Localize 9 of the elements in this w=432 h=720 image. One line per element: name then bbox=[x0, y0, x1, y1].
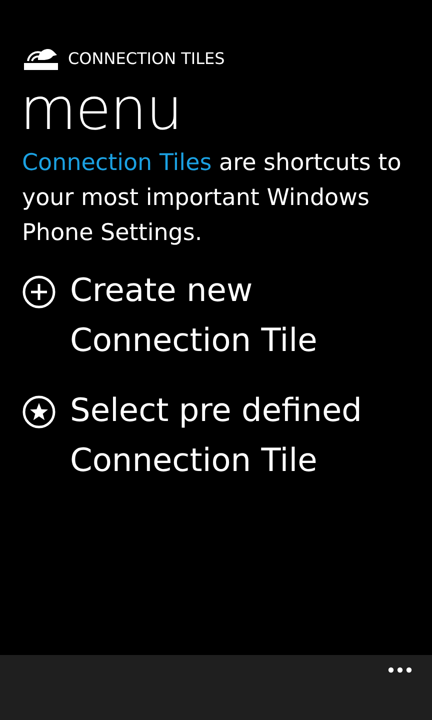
page-title: menu bbox=[20, 78, 183, 140]
menu-item[interactable]: Select pre defined Connection Tile bbox=[22, 385, 402, 485]
logo-icon bbox=[22, 46, 60, 70]
more-icon[interactable] bbox=[388, 667, 412, 673]
app-title: CONNECTION TILES bbox=[68, 48, 225, 68]
connection-tiles-link[interactable]: Connection Tiles bbox=[22, 150, 212, 176]
add-icon bbox=[22, 275, 56, 309]
intro-text: Connection Tiles are shortcuts to your most important Windows Phone Settings. bbox=[22, 149, 402, 248]
menu-item[interactable]: Create new Connection Tile bbox=[22, 265, 402, 365]
